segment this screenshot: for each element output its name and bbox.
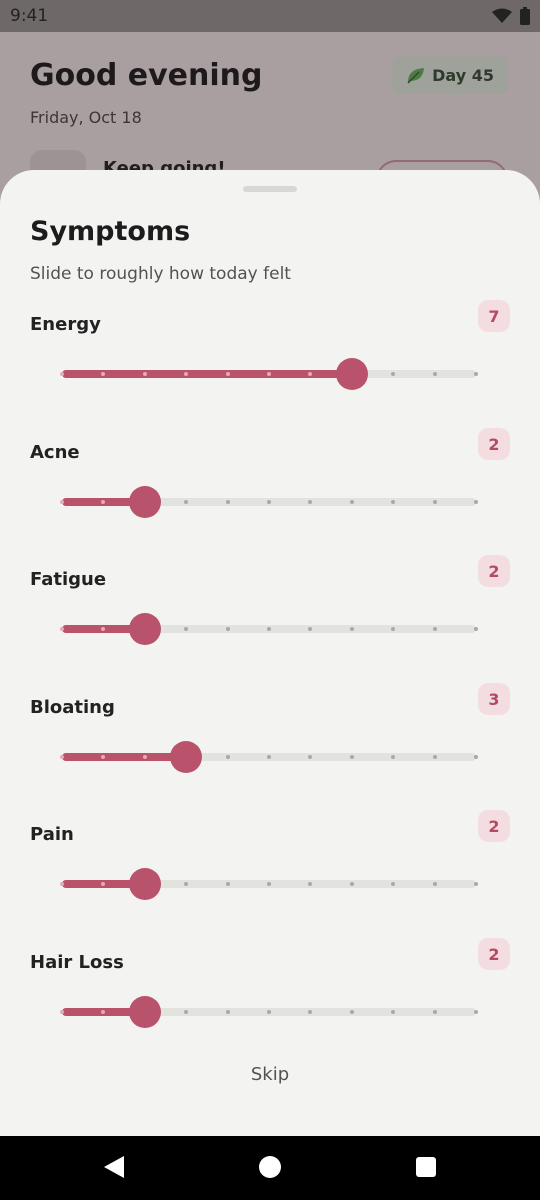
- fatigue-slider[interactable]: [60, 613, 478, 645]
- symptom-label: Acne: [30, 442, 80, 463]
- slider-tick: [142, 372, 147, 376]
- navigation-bar: [0, 1136, 540, 1200]
- symptom-value-badge: 2: [478, 938, 510, 970]
- slider-tick: [432, 755, 437, 759]
- slider-thumb[interactable]: [170, 741, 203, 773]
- slider-tick: [267, 882, 271, 886]
- slider-tick: [267, 1010, 271, 1014]
- status-time: 9:41: [10, 6, 49, 26]
- recents-icon[interactable]: [416, 1157, 436, 1177]
- sheet-title: Symptoms: [30, 216, 191, 247]
- slider-tick: [267, 372, 271, 376]
- slider-tick: [267, 627, 271, 631]
- slider-thumb[interactable]: [128, 996, 161, 1028]
- day-counter-chip: Day 45: [392, 56, 508, 94]
- slider-tick: [60, 500, 64, 504]
- slider-thumb[interactable]: [128, 868, 161, 900]
- slider-tick: [474, 1010, 478, 1014]
- slider-tick: [225, 372, 230, 376]
- symptom-label: Fatigue: [30, 569, 107, 590]
- slider-tick: [60, 755, 64, 759]
- slider-tick: [267, 500, 271, 504]
- date-label: Friday, Oct 18: [30, 108, 142, 127]
- slider-tick: [349, 500, 354, 504]
- slider-thumb[interactable]: [335, 358, 368, 390]
- slider-thumb[interactable]: [128, 486, 161, 518]
- slider-tick: [225, 627, 230, 631]
- slider-tick: [60, 1010, 64, 1014]
- slider-tick: [474, 627, 478, 631]
- symptoms-bottom-sheet: Symptoms Slide to roughly how today felt…: [0, 170, 540, 1136]
- symptom-row-acne: Acne 2: [0, 428, 540, 570]
- symptom-row-energy: Energy 7: [0, 300, 540, 442]
- status-bar: 9:41: [0, 0, 540, 32]
- slider-fill: [62, 753, 187, 761]
- pain-slider[interactable]: [60, 868, 478, 900]
- slider-tick: [474, 500, 478, 504]
- slider-tick: [267, 755, 271, 759]
- slider-tick: [60, 372, 64, 376]
- status-icons: [492, 7, 530, 25]
- acne-slider[interactable]: [60, 486, 478, 518]
- symptom-value-badge: 2: [478, 555, 510, 587]
- energy-slider[interactable]: [60, 358, 478, 390]
- slider-tick: [474, 372, 478, 376]
- greeting-title: Good evening: [30, 58, 263, 93]
- hair-loss-slider[interactable]: [60, 996, 478, 1028]
- skip-button[interactable]: Skip: [220, 1056, 320, 1092]
- day-counter-label: Day 45: [432, 65, 494, 85]
- slider-tick: [349, 627, 354, 631]
- bloating-slider[interactable]: [60, 741, 478, 773]
- sheet-drag-handle[interactable]: [243, 186, 297, 192]
- slider-tick: [225, 500, 230, 504]
- symptom-value-badge: 2: [478, 810, 510, 842]
- wifi-icon: [492, 8, 512, 23]
- slider-tick: [432, 882, 437, 886]
- symptom-label: Energy: [30, 314, 101, 335]
- slider-tick: [142, 755, 147, 759]
- slider-tick: [349, 882, 354, 886]
- slider-tick: [225, 882, 230, 886]
- symptom-row-bloating: Bloating 3: [0, 683, 540, 825]
- slider-tick: [474, 755, 478, 759]
- slider-thumb[interactable]: [128, 613, 161, 645]
- sheet-subtitle: Slide to roughly how today felt: [30, 264, 291, 284]
- slider-tick: [432, 627, 437, 631]
- symptom-value-badge: 2: [478, 428, 510, 460]
- leaf-icon: [407, 68, 425, 84]
- slider-tick: [60, 882, 64, 886]
- slider-tick: [349, 1010, 354, 1014]
- slider-tick: [225, 755, 230, 759]
- home-icon[interactable]: [259, 1156, 281, 1178]
- slider-tick: [349, 755, 354, 759]
- battery-icon: [520, 7, 530, 25]
- symptom-row-fatigue: Fatigue 2: [0, 555, 540, 697]
- back-icon[interactable]: [104, 1156, 124, 1178]
- symptom-value-badge: 3: [478, 683, 510, 715]
- symptom-label: Hair Loss: [30, 952, 124, 973]
- slider-tick: [432, 372, 437, 376]
- slider-tick: [225, 1010, 230, 1014]
- symptom-row-pain: Pain 2: [0, 810, 540, 952]
- slider-tick: [432, 500, 437, 504]
- symptom-label: Pain: [30, 824, 74, 845]
- symptom-value-badge: 7: [478, 300, 510, 332]
- slider-tick: [60, 627, 64, 631]
- slider-tick: [432, 1010, 437, 1014]
- slider-tick: [474, 882, 478, 886]
- symptom-label: Bloating: [30, 697, 115, 718]
